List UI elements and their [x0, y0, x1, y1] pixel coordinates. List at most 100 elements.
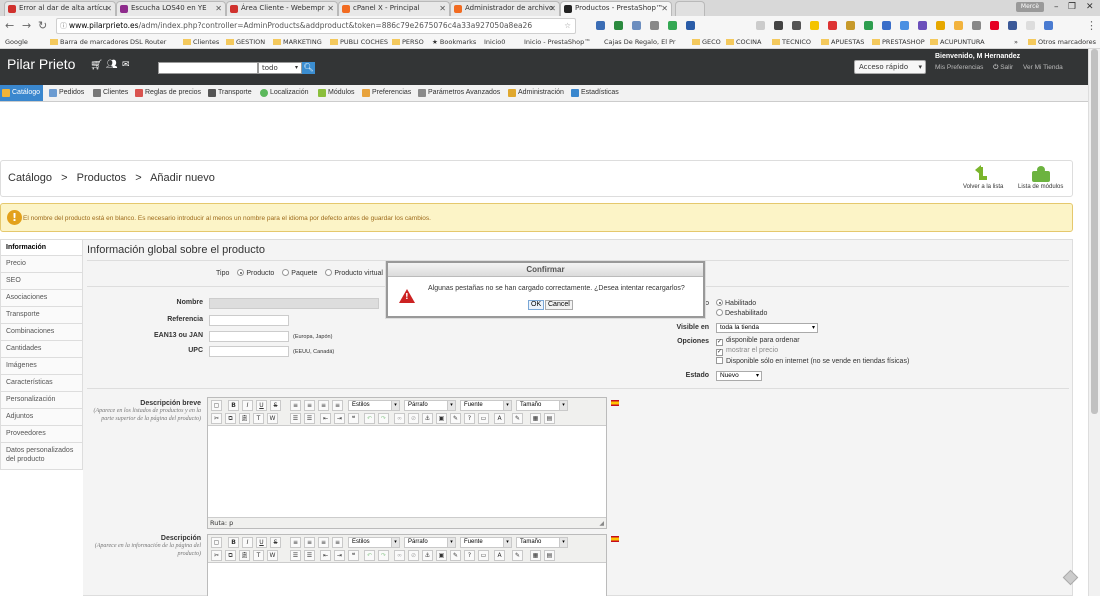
forward-icon[interactable]: →: [22, 19, 31, 33]
extension-icon[interactable]: [614, 21, 623, 30]
menu-item-price-rules[interactable]: Reglas de precios: [134, 85, 201, 101]
view-store-link[interactable]: Ver Mi Tienda: [1023, 64, 1063, 71]
bookmark-item[interactable]: ★ Bookmarks: [432, 36, 476, 48]
type-product-radio[interactable]: Producto: [237, 269, 274, 277]
bookmark-item[interactable]: PRESTASHOP: [872, 36, 925, 48]
align-center-icon[interactable]: ≡: [304, 400, 315, 411]
tab-custom-data[interactable]: Datos personalizados del producto: [0, 443, 83, 470]
browser-tab[interactable]: Escucha LOS40 en YE ✕: [116, 1, 226, 16]
link-icon[interactable]: ∞: [394, 550, 405, 561]
menu-item-customers[interactable]: Clientes: [92, 85, 128, 101]
cut-icon[interactable]: ✂: [211, 550, 222, 561]
tab-seo[interactable]: SEO: [0, 273, 83, 290]
bookmark-item[interactable]: DSL Router: [130, 36, 166, 48]
outdent-icon[interactable]: ⇤: [320, 550, 331, 561]
menu-item-shipping[interactable]: Transporte: [207, 85, 252, 101]
menu-item-administration[interactable]: Administración: [507, 85, 564, 101]
type-virtual-radio[interactable]: Producto virtual: [325, 269, 383, 277]
extension-icon[interactable]: [686, 21, 695, 30]
status-disabled-radio[interactable]: Deshabilitado: [716, 309, 767, 317]
search-icon[interactable]: 🔍︎: [302, 62, 315, 74]
spanish-flag-icon[interactable]: [611, 536, 619, 542]
minimize-icon[interactable]: –: [1054, 2, 1059, 12]
font-dropdown[interactable]: Fuente ▾: [460, 537, 512, 548]
unlink-icon[interactable]: ⊘: [408, 550, 419, 561]
messages-icon[interactable]: ✉: [122, 60, 130, 70]
table-icon[interactable]: ▦: [530, 413, 541, 424]
format-dropdown[interactable]: Párrafo ▾: [404, 537, 456, 548]
visibility-select[interactable]: toda la tienda ▾: [716, 323, 818, 333]
html-icon[interactable]: ▭: [478, 550, 489, 561]
extension-icon[interactable]: [668, 21, 677, 30]
bookmark-item[interactable]: PERSO: [392, 36, 424, 48]
html-icon[interactable]: ▭: [478, 413, 489, 424]
paste-word-icon[interactable]: W: [267, 413, 278, 424]
strikethrough-icon[interactable]: S: [270, 537, 281, 548]
size-dropdown[interactable]: Tamaño ▾: [516, 537, 568, 548]
reload-icon[interactable]: ↻: [38, 19, 47, 33]
ok-button[interactable]: OK: [528, 300, 545, 310]
redo-icon[interactable]: ↷: [378, 413, 389, 424]
menu-item-stats[interactable]: Estadísticas: [570, 85, 619, 101]
extension-icon[interactable]: [632, 21, 641, 30]
bookmark-item[interactable]: APUESTAS: [821, 36, 864, 48]
resize-handle-icon[interactable]: ◢: [599, 520, 604, 527]
menu-item-catalog[interactable]: Catálogo: [0, 85, 44, 101]
undo-icon[interactable]: ↶: [364, 413, 375, 424]
size-dropdown[interactable]: Tamaño ▾: [516, 400, 568, 411]
new-tab-button[interactable]: [675, 1, 705, 16]
my-preferences-link[interactable]: Mis Preferencias: [935, 64, 983, 71]
link-icon[interactable]: ∞: [394, 413, 405, 424]
extension-icon[interactable]: [1008, 21, 1017, 30]
blockquote-icon[interactable]: ❝: [348, 550, 359, 561]
paste-text-icon[interactable]: T: [253, 413, 264, 424]
media-icon[interactable]: ▤: [544, 413, 555, 424]
align-right-icon[interactable]: ≡: [318, 400, 329, 411]
cleanup-icon[interactable]: ✎: [450, 413, 461, 424]
bullet-list-icon[interactable]: ☰: [290, 550, 301, 561]
strikethrough-icon[interactable]: S: [270, 400, 281, 411]
align-left-icon[interactable]: ≡: [290, 537, 301, 548]
cleanup-icon[interactable]: ✎: [450, 550, 461, 561]
quick-access-select[interactable]: Acceso rápido ▾: [854, 60, 926, 74]
bookmark-item[interactable]: GECO: [692, 36, 721, 48]
cart-icon[interactable]: 🛒︎: [90, 60, 103, 71]
bookmark-item[interactable]: ACUPUNTURA: [930, 36, 985, 48]
unlink-icon[interactable]: ⊘: [408, 413, 419, 424]
align-left-icon[interactable]: ≡: [290, 400, 301, 411]
status-enabled-radio[interactable]: Habilitado: [716, 299, 756, 307]
tab-features[interactable]: Características: [0, 375, 83, 392]
browser-tab[interactable]: cPanel X - Principal ✕: [338, 1, 450, 16]
extension-icon[interactable]: [774, 21, 783, 30]
paste-icon[interactable]: 📋︎: [239, 413, 250, 424]
styles-dropdown[interactable]: Estilos ▾: [348, 400, 400, 411]
align-justify-icon[interactable]: ≡: [332, 537, 343, 548]
type-pack-radio[interactable]: Paquete: [282, 269, 317, 277]
browser-menu-icon[interactable]: ⋮: [1086, 19, 1097, 33]
align-center-icon[interactable]: ≡: [304, 537, 315, 548]
spanish-flag-icon[interactable]: [611, 400, 619, 406]
paste-icon[interactable]: 📋︎: [239, 550, 250, 561]
menu-item-preferences[interactable]: Preferencias: [361, 85, 411, 101]
tab-images[interactable]: Imágenes: [0, 358, 83, 375]
indent-icon[interactable]: ⇥: [334, 550, 345, 561]
bookmark-item[interactable]: TECNICO: [772, 36, 811, 48]
condition-select[interactable]: Nuevo ▾: [716, 371, 762, 381]
extension-icon[interactable]: [1044, 21, 1053, 30]
extension-icon[interactable]: [954, 21, 963, 30]
extension-icon[interactable]: [596, 21, 605, 30]
extension-icon[interactable]: [918, 21, 927, 30]
info-icon[interactable]: ⓘ: [60, 19, 67, 33]
image-icon[interactable]: ▣: [436, 550, 447, 561]
underline-icon[interactable]: U: [256, 400, 267, 411]
extension-icon[interactable]: [990, 21, 999, 30]
bold-icon[interactable]: B: [228, 400, 239, 411]
align-justify-icon[interactable]: ≡: [332, 400, 343, 411]
anchor-icon[interactable]: ⚓︎: [422, 413, 433, 424]
background-color-icon[interactable]: ✎: [512, 413, 523, 424]
undo-icon[interactable]: ↶: [364, 550, 375, 561]
bookmark-item[interactable]: Barra de marcadores: [50, 36, 128, 48]
new-document-icon[interactable]: ▢: [211, 537, 222, 548]
italic-icon[interactable]: I: [242, 400, 253, 411]
extension-icon[interactable]: [882, 21, 891, 30]
